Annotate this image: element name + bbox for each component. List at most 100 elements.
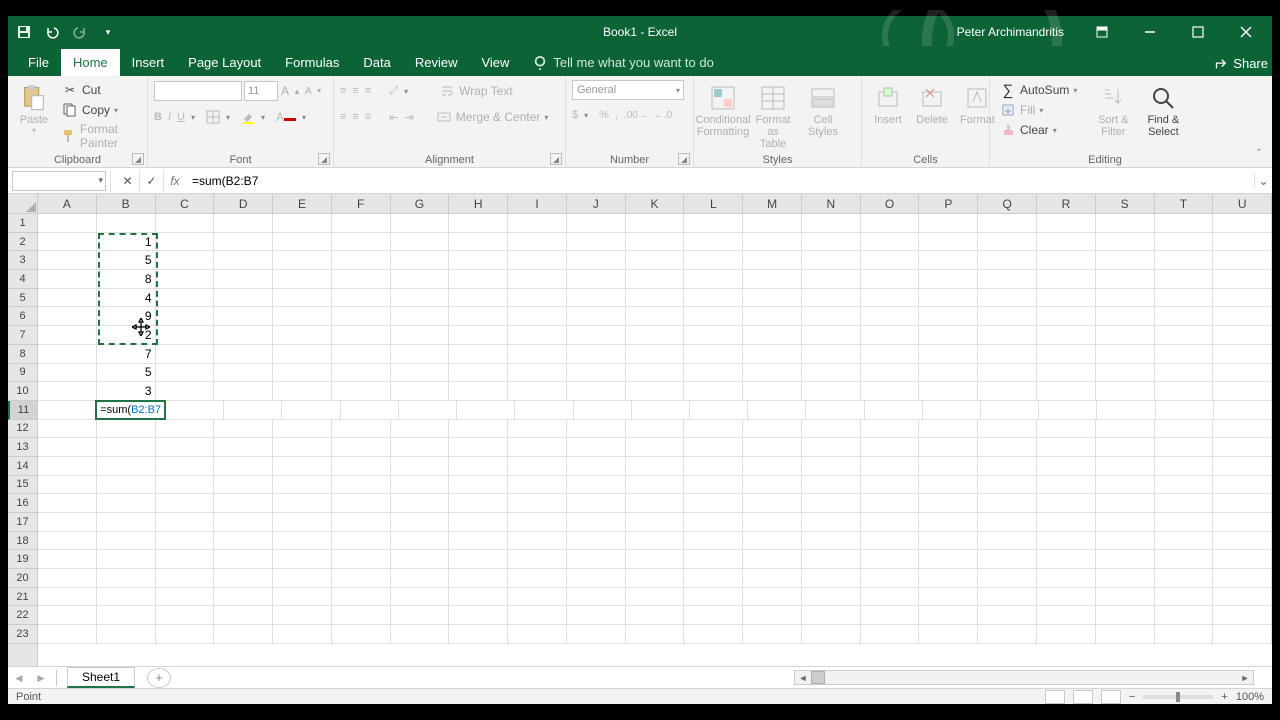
cell-O9[interactable]	[861, 364, 920, 382]
cell-C23[interactable]	[156, 625, 215, 643]
row-header-1[interactable]: 1	[8, 214, 37, 233]
maximize-button[interactable]	[1178, 16, 1218, 48]
cell-L17[interactable]	[684, 513, 743, 531]
cell-I18[interactable]	[508, 532, 567, 550]
cell-Q15[interactable]	[978, 476, 1037, 494]
row-header-9[interactable]: 9	[8, 364, 37, 383]
cell-R6[interactable]	[1037, 307, 1096, 325]
col-header-E[interactable]: E	[273, 194, 332, 213]
cell-U7[interactable]	[1213, 326, 1272, 344]
cell-F19[interactable]	[332, 550, 391, 568]
cell-F18[interactable]	[332, 532, 391, 550]
cell-I12[interactable]	[508, 420, 567, 438]
cell-J23[interactable]	[567, 625, 626, 643]
cell-L2[interactable]	[684, 233, 743, 251]
cell-H2[interactable]	[449, 233, 508, 251]
tell-me-search[interactable]: Tell me what you want to do	[521, 55, 725, 76]
cell-P20[interactable]	[919, 569, 978, 587]
cell-K23[interactable]	[626, 625, 685, 643]
cell-P19[interactable]	[919, 550, 978, 568]
conditional-formatting-button[interactable]: Conditional Formatting	[700, 80, 746, 140]
cell-T21[interactable]	[1155, 588, 1214, 606]
cell-K11[interactable]	[632, 401, 690, 419]
cell-L16[interactable]	[684, 494, 743, 512]
fx-icon[interactable]: fx	[164, 174, 186, 188]
cell-N3[interactable]	[802, 251, 861, 269]
cell-K20[interactable]	[626, 569, 685, 587]
cell-Q12[interactable]	[978, 420, 1037, 438]
cell-L15[interactable]	[684, 476, 743, 494]
cell-M21[interactable]	[743, 588, 802, 606]
cell-M22[interactable]	[743, 606, 802, 624]
cell-E9[interactable]	[273, 364, 332, 382]
cell-U22[interactable]	[1213, 606, 1272, 624]
cell-H12[interactable]	[449, 420, 508, 438]
cell-A3[interactable]	[38, 251, 97, 269]
cell-M23[interactable]	[743, 625, 802, 643]
cell-J8[interactable]	[567, 345, 626, 363]
copy-button[interactable]: Copy▾	[58, 100, 141, 120]
cell-F15[interactable]	[332, 476, 391, 494]
cells-delete-button[interactable]: Delete	[912, 80, 952, 128]
cell-R21[interactable]	[1037, 588, 1096, 606]
cell-D6[interactable]	[214, 307, 273, 325]
cell-L10[interactable]	[684, 382, 743, 400]
cut-button[interactable]: ✂Cut	[58, 80, 141, 100]
cell-T2[interactable]	[1155, 233, 1214, 251]
cell-B22[interactable]	[97, 606, 156, 624]
cell-N19[interactable]	[802, 550, 861, 568]
cell-T8[interactable]	[1155, 345, 1214, 363]
cell-U19[interactable]	[1213, 550, 1272, 568]
cell-P6[interactable]	[919, 307, 978, 325]
cell-S15[interactable]	[1096, 476, 1155, 494]
orientation-icon[interactable]: ⤢	[389, 85, 398, 98]
cell-K18[interactable]	[626, 532, 685, 550]
cell-B19[interactable]	[97, 550, 156, 568]
cell-T20[interactable]	[1155, 569, 1214, 587]
cell-M9[interactable]	[743, 364, 802, 382]
cell-L12[interactable]	[684, 420, 743, 438]
cell-D21[interactable]	[214, 588, 273, 606]
cell-C15[interactable]	[156, 476, 215, 494]
cell-B18[interactable]	[97, 532, 156, 550]
bold-button[interactable]: B	[154, 111, 162, 123]
sort-filter-button[interactable]: Sort & Filter	[1090, 80, 1136, 140]
row-header-2[interactable]: 2	[8, 233, 37, 252]
cell-O21[interactable]	[861, 588, 920, 606]
cell-K16[interactable]	[626, 494, 685, 512]
new-sheet-button[interactable]: +	[147, 668, 171, 688]
cell-F14[interactable]	[332, 457, 391, 475]
cell-R16[interactable]	[1037, 494, 1096, 512]
cell-C4[interactable]	[156, 270, 215, 288]
cell-S10[interactable]	[1096, 382, 1155, 400]
col-header-U[interactable]: U	[1213, 194, 1272, 213]
cell-B3[interactable]: 5	[97, 251, 156, 269]
cell-N10[interactable]	[802, 382, 861, 400]
cell-S21[interactable]	[1096, 588, 1155, 606]
cell-C20[interactable]	[156, 569, 215, 587]
cell-C2[interactable]	[156, 233, 215, 251]
cell-N11[interactable]	[806, 401, 864, 419]
cell-I10[interactable]	[508, 382, 567, 400]
col-header-A[interactable]: A	[38, 194, 97, 213]
cell-L5[interactable]	[684, 289, 743, 307]
cell-S17[interactable]	[1096, 513, 1155, 531]
cell-U6[interactable]	[1213, 307, 1272, 325]
cell-U13[interactable]	[1213, 438, 1272, 456]
cell-R12[interactable]	[1037, 420, 1096, 438]
collapse-ribbon-icon[interactable]: ˆ	[1250, 145, 1268, 163]
sheet-nav-prev[interactable]: ◄	[8, 671, 30, 685]
cell-M18[interactable]	[743, 532, 802, 550]
cell-A22[interactable]	[38, 606, 97, 624]
cell-M19[interactable]	[743, 550, 802, 568]
cell-E23[interactable]	[273, 625, 332, 643]
col-header-Q[interactable]: Q	[978, 194, 1037, 213]
cell-U12[interactable]	[1213, 420, 1272, 438]
cell-S9[interactable]	[1096, 364, 1155, 382]
cell-P12[interactable]	[919, 420, 978, 438]
cell-G18[interactable]	[391, 532, 450, 550]
cell-A7[interactable]	[38, 326, 97, 344]
cell-N9[interactable]	[802, 364, 861, 382]
col-header-P[interactable]: P	[919, 194, 978, 213]
cell-C1[interactable]	[156, 214, 215, 232]
